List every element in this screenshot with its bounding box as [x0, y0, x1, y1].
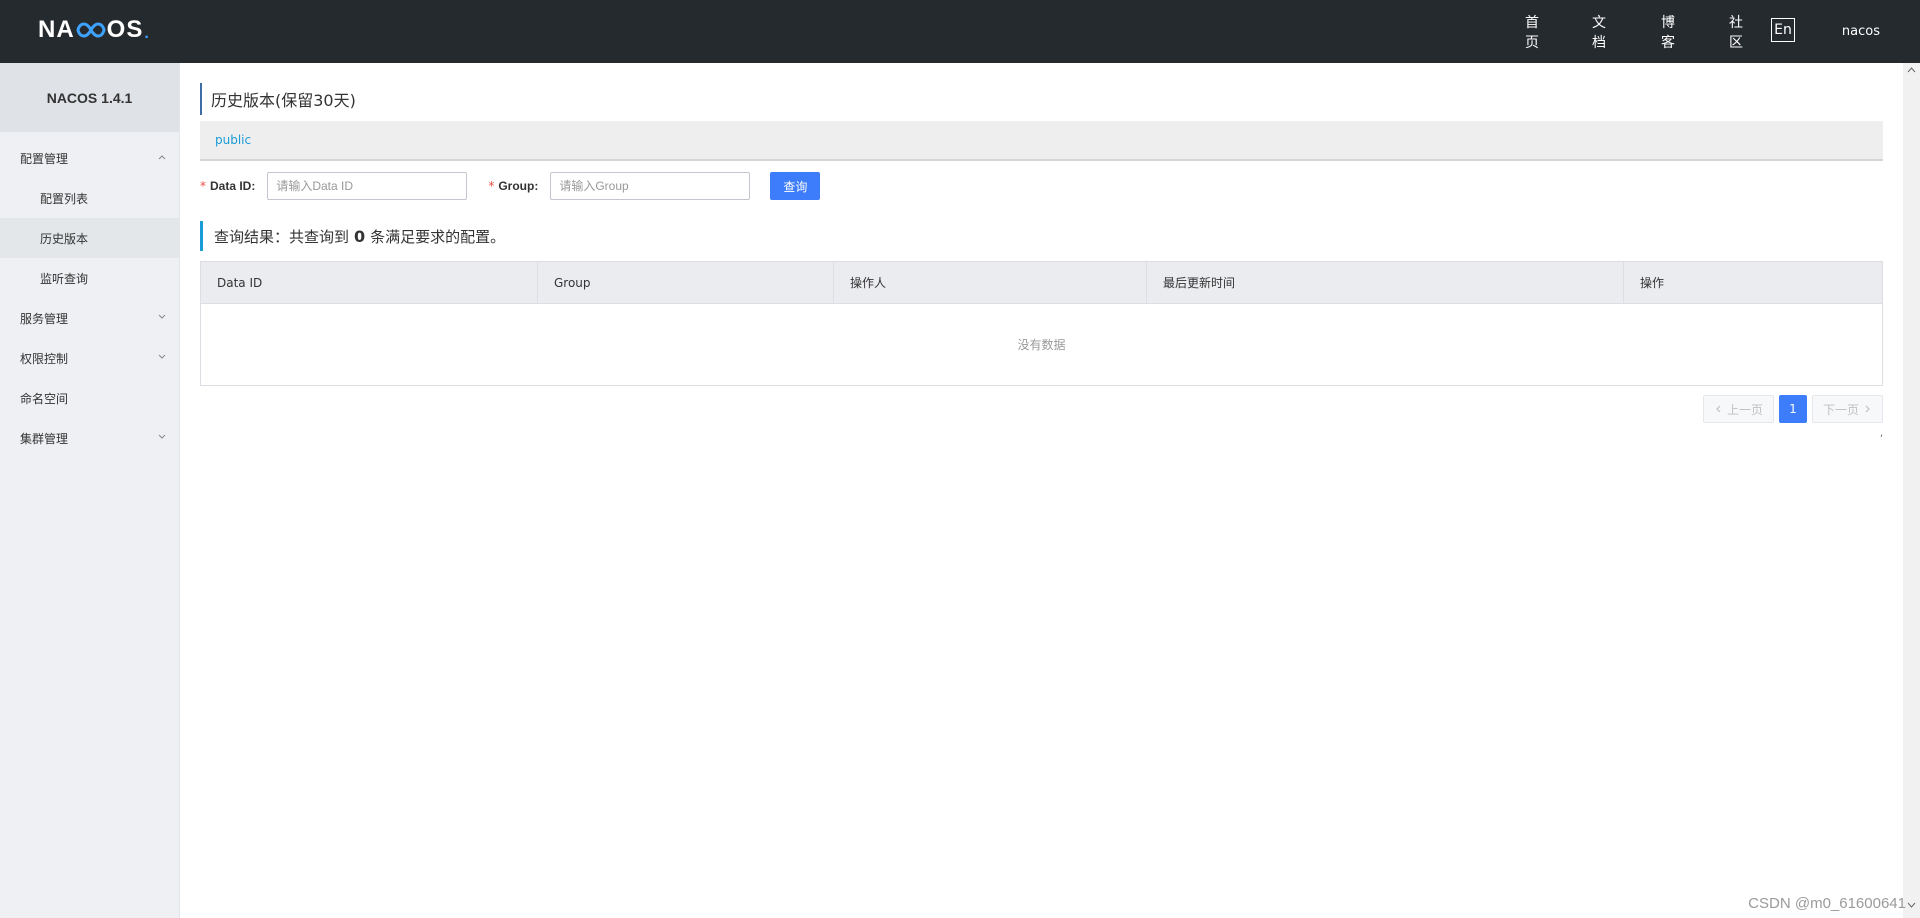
- result-suffix: 条满足要求的配置。: [370, 227, 506, 246]
- column-header-last-updated: 最后更新时间: [1147, 261, 1624, 304]
- logo-text-right: OS: [106, 16, 144, 43]
- infinity-icon: [76, 21, 106, 39]
- pagination: 上一页 1 下一页: [1702, 395, 1883, 423]
- empty-table-message: 没有数据: [1017, 338, 1066, 352]
- data-id-label: Data ID:: [210, 179, 256, 193]
- history-table: Data ID Group 操作人 最后更新时间 操作 没有数据: [200, 261, 1883, 386]
- chevron-left-icon: [1716, 405, 1721, 413]
- sidebar-title: NACOS 1.4.1: [0, 63, 179, 132]
- page-scrollbar[interactable]: [1903, 63, 1920, 918]
- language-toggle-button[interactable]: En: [1771, 18, 1795, 42]
- sidebar-group-service-management[interactable]: 服务管理: [0, 298, 179, 338]
- sidebar-group-config-management[interactable]: 配置管理: [0, 138, 179, 178]
- column-header-operator: 操作人: [834, 261, 1147, 304]
- column-header-actions: 操作: [1640, 276, 1665, 290]
- sidebar-item-config-list[interactable]: 配置列表: [0, 178, 179, 218]
- chevron-right-icon: [1865, 405, 1870, 413]
- nav-blog-link[interactable]: 博客: [1661, 12, 1675, 52]
- data-id-input[interactable]: [267, 172, 468, 200]
- sidebar-group-label: 权限控制: [20, 351, 69, 366]
- result-count: 0: [354, 226, 366, 246]
- nav-home-link[interactable]: 首页: [1525, 12, 1539, 52]
- sidebar-group-label: 集群管理: [20, 431, 69, 446]
- logo-dot: .: [144, 25, 150, 42]
- next-page-button[interactable]: 下一页: [1811, 395, 1883, 423]
- chevron-down-icon: [158, 434, 166, 439]
- sidebar-group-cluster-management[interactable]: 集群管理: [0, 418, 179, 458]
- search-form: * Data ID: * Group: 查询: [200, 172, 821, 200]
- query-button[interactable]: 查询: [770, 172, 821, 200]
- namespace-bar: public: [200, 121, 1883, 161]
- chevron-up-icon: [158, 155, 166, 160]
- column-header-group: Group: [538, 261, 834, 304]
- page-title: 历史版本(保留30天): [200, 83, 356, 115]
- nav-community-link[interactable]: 社区: [1729, 12, 1743, 52]
- prev-page-button[interactable]: 上一页: [1702, 395, 1774, 423]
- sidebar-group-label: 服务管理: [20, 311, 69, 326]
- sidebar-item-label: 配置列表: [40, 191, 89, 206]
- sidebar-group-auth-control[interactable]: 权限控制: [0, 338, 179, 378]
- sidebar-item-namespace[interactable]: 命名空间: [0, 378, 179, 418]
- chevron-down-icon: [158, 314, 166, 319]
- sidebar-item-listener-query[interactable]: 监听查询: [0, 258, 179, 298]
- watermark: CSDN @m0_61600641: [1748, 895, 1906, 912]
- logo-text-left: NA: [38, 16, 75, 43]
- sidebar: NACOS 1.4.1 配置管理 配置列表 历史版本 监听查询 服务管理 权限控…: [0, 63, 180, 918]
- required-mark: *: [200, 179, 206, 193]
- table-header: Data ID Group 操作人 最后更新时间 操作: [201, 261, 1882, 304]
- namespace-link-public[interactable]: public: [215, 133, 251, 147]
- prev-page-label: 上一页: [1726, 402, 1763, 417]
- user-name[interactable]: nacos: [1842, 24, 1880, 39]
- sidebar-group-label: 配置管理: [20, 151, 69, 166]
- stray-mark: ,: [1879, 428, 1883, 439]
- top-navbar: NA OS . 首页 文档 博客 社区 En nacos: [0, 0, 1920, 63]
- nav-docs-link[interactable]: 文档: [1592, 12, 1606, 52]
- sidebar-group-label: 命名空间: [20, 391, 69, 406]
- group-input[interactable]: [550, 172, 751, 200]
- sidebar-item-label: 监听查询: [40, 271, 89, 286]
- result-summary: 查询结果：共查询到 0 条满足要求的配置。: [200, 221, 505, 251]
- required-mark: *: [488, 179, 495, 193]
- group-label: Group:: [498, 179, 539, 193]
- nacos-logo[interactable]: NA OS .: [38, 16, 150, 43]
- scroll-up-icon[interactable]: [1907, 67, 1916, 73]
- chevron-down-icon: [158, 354, 166, 359]
- sidebar-item-history[interactable]: 历史版本: [0, 218, 179, 258]
- column-header-data-id: Data ID: [201, 261, 538, 304]
- sidebar-item-label: 历史版本: [40, 231, 89, 246]
- page-number-current[interactable]: 1: [1778, 395, 1807, 423]
- next-page-label: 下一页: [1822, 402, 1859, 417]
- scroll-down-icon[interactable]: [1907, 902, 1916, 908]
- result-prefix: 查询结果：共查询到: [214, 227, 350, 246]
